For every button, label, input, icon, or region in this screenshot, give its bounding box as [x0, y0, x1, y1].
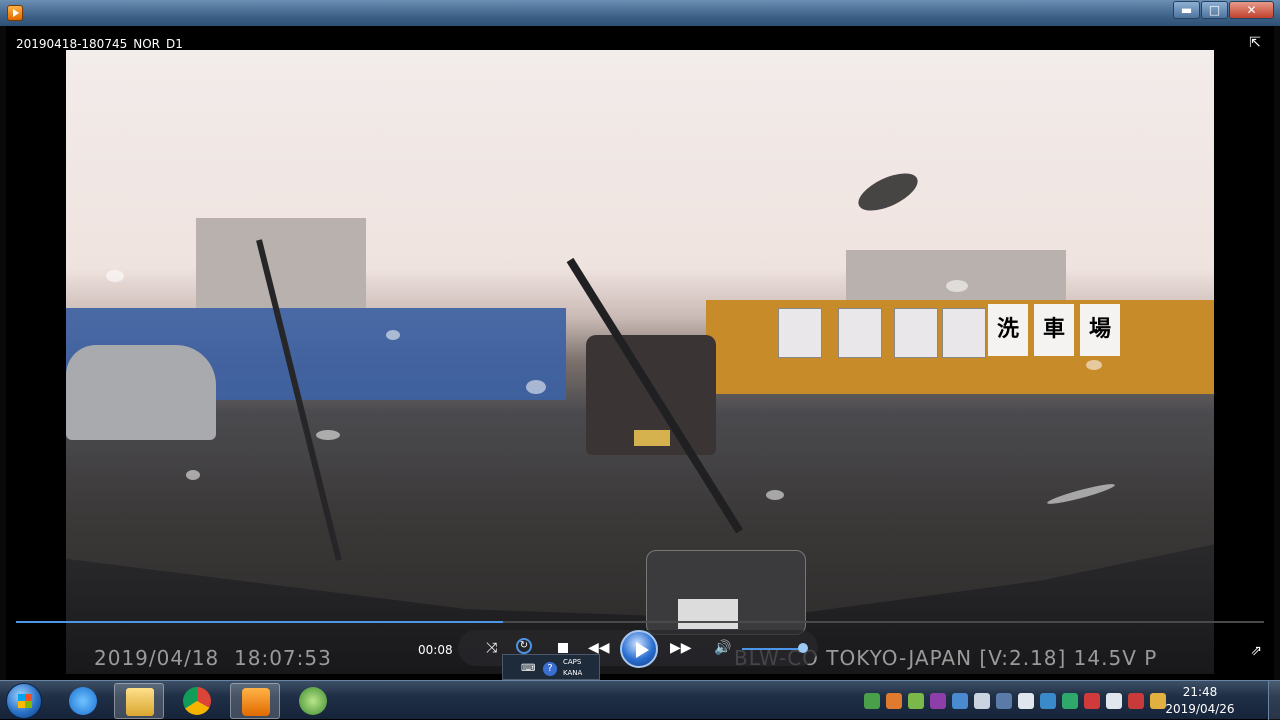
- ime-keyboard-icon[interactable]: ⌨: [521, 663, 535, 674]
- raindrop: [766, 490, 784, 500]
- sign-blurred: [894, 308, 938, 358]
- start-button[interactable]: [6, 683, 42, 719]
- switch-to-library-icon[interactable]: ⇗: [1250, 643, 1262, 659]
- tray-app-icon[interactable]: [952, 693, 968, 709]
- raindrop: [946, 280, 968, 292]
- help-icon[interactable]: ?: [543, 662, 557, 676]
- minimize-button[interactable]: ▬: [1173, 1, 1200, 19]
- stop-icon[interactable]: [558, 643, 568, 653]
- sign-blurred: [942, 308, 986, 358]
- house-left: [196, 218, 366, 308]
- taskbar-ie[interactable]: [58, 683, 108, 719]
- tray-app-icon[interactable]: [996, 693, 1012, 709]
- raindrop: [526, 380, 546, 394]
- taskbar: 21:48 2019/04/26: [0, 680, 1280, 720]
- media-player-app-icon[interactable]: [7, 5, 23, 21]
- kana-label: KANA: [563, 669, 583, 677]
- overlay-time: 18:07:53: [234, 646, 332, 670]
- show-desktop-button[interactable]: [1268, 681, 1280, 720]
- raindrop: [186, 470, 200, 480]
- windows-flag-icon: [18, 694, 32, 708]
- sign-blurred: [838, 308, 882, 358]
- sensor-label: [678, 599, 738, 629]
- raindrop: [386, 330, 400, 340]
- sign-blurred: [778, 308, 822, 358]
- collapse-arrows-icon[interactable]: ⇱: [1246, 35, 1264, 51]
- tray-app-icon[interactable]: [864, 693, 880, 709]
- onenote-icon[interactable]: [930, 693, 946, 709]
- green-app-icon: [299, 687, 327, 715]
- video-frame[interactable]: 洗 車 場: [66, 50, 1214, 674]
- close-button[interactable]: ✕: [1229, 1, 1274, 19]
- raindrop: [1046, 481, 1116, 507]
- window-controls: ▬ □ ✕: [1172, 1, 1274, 19]
- raindrop: [1086, 360, 1102, 370]
- volume-knob[interactable]: [798, 643, 808, 653]
- parked-car: [66, 345, 216, 440]
- system-tray: [864, 693, 1174, 709]
- clock-time[interactable]: 21:48: [1165, 685, 1235, 699]
- repeat-icon[interactable]: ↻: [516, 638, 532, 654]
- chrome-icon: [183, 687, 211, 715]
- flag-icon[interactable]: [1128, 693, 1144, 709]
- taskbar-green-app[interactable]: [288, 683, 338, 719]
- clock-date[interactable]: 2019/04/26: [1165, 702, 1235, 716]
- volume-tray-icon[interactable]: [974, 693, 990, 709]
- sign-char: 場: [1080, 304, 1120, 356]
- caps-label: CAPS: [563, 658, 582, 666]
- taskbar-file-explorer[interactable]: [114, 683, 164, 719]
- title-bar[interactable]: ▬ □ ✕: [0, 0, 1280, 26]
- elapsed-time: 00:08: [418, 643, 453, 657]
- overlay-date: 2019/04/18: [94, 646, 220, 670]
- file-title: 20190418-180745_NOR_D1: [16, 37, 183, 51]
- tray-app-icon[interactable]: [1040, 693, 1056, 709]
- sign-char: 洗: [988, 304, 1028, 356]
- internet-explorer-icon: [69, 687, 97, 715]
- signal-icon[interactable]: [1084, 693, 1100, 709]
- player-area[interactable]: 20190418-180745_NOR_D1 ⇱ 洗 車 場 2019/04/1…: [6, 26, 1274, 680]
- play-icon[interactable]: [620, 630, 658, 668]
- ime-bar[interactable]: ⌨ ? CAPS KANA: [502, 654, 600, 680]
- raindrop: [316, 430, 340, 440]
- raindrop: [853, 165, 923, 219]
- media-player-window: ▬ □ ✕ 20190418-180745_NOR_D1 ⇱ 洗 車 場 201…: [0, 0, 1280, 680]
- taskbar-chrome[interactable]: [172, 683, 222, 719]
- tray-app-icon[interactable]: [1018, 693, 1034, 709]
- raindrop: [106, 270, 124, 282]
- seek-bar[interactable]: [16, 621, 1264, 623]
- media-player-icon: [242, 688, 270, 716]
- shuffle-icon[interactable]: ⤨: [486, 638, 497, 658]
- volume-slider[interactable]: [742, 648, 800, 650]
- folder-icon: [126, 688, 154, 716]
- license-plate: [634, 430, 670, 446]
- tray-app-icon[interactable]: [1062, 693, 1078, 709]
- sign-char: 車: [1034, 304, 1074, 356]
- taskbar-media-player[interactable]: [230, 683, 280, 719]
- tray-app-icon[interactable]: [1106, 693, 1122, 709]
- tray-app-icon[interactable]: [1150, 693, 1166, 709]
- seek-progress: [16, 621, 503, 623]
- fast-forward-icon[interactable]: ▶▶: [670, 638, 692, 658]
- tray-app-icon[interactable]: [886, 693, 902, 709]
- tray-app-icon[interactable]: [908, 693, 924, 709]
- volume-icon[interactable]: 🔊: [714, 638, 731, 658]
- maximize-button[interactable]: □: [1201, 1, 1228, 19]
